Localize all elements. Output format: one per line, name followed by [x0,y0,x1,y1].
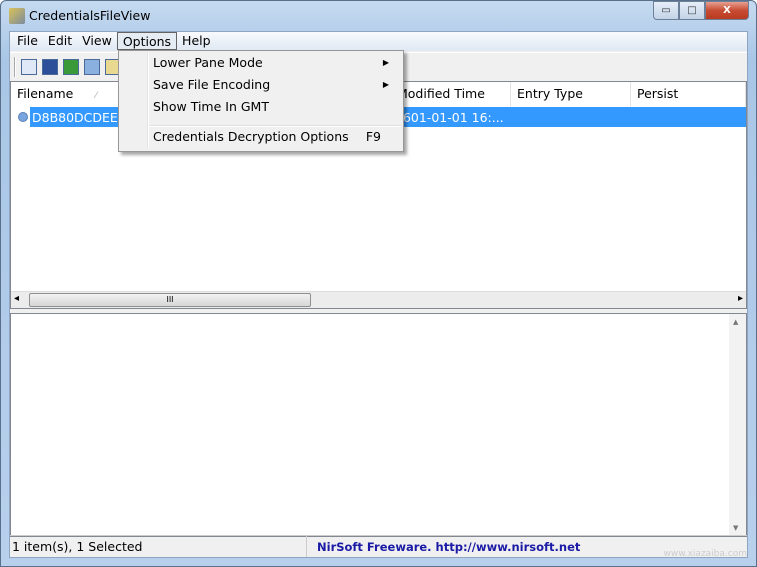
menu-gutter [147,53,149,149]
horizontal-scrollbar[interactable]: ◂ III ▸ [11,291,746,308]
menu-item-label: Credentials Decryption Options [153,129,349,144]
menu-item-label: Lower Pane Mode [153,55,263,70]
menu-item-decryption-options[interactable]: Credentials Decryption Options F9 [153,126,399,148]
properties-icon[interactable] [21,58,37,75]
watermark: www.xiazaiba.com [663,549,747,559]
menu-item-lower-pane-mode[interactable]: Lower Pane Mode ▶ [153,52,399,74]
status-items: 1 item(s), 1 Selected [10,536,307,557]
submenu-arrow-icon: ▶ [382,58,389,67]
sort-arrow-icon: ⁄ [95,91,97,101]
cell-modified-time: 1601-01-01 16:... [395,109,504,125]
menu-bar: File Edit View Options Help [10,32,747,51]
menu-edit[interactable]: Edit [43,32,77,50]
column-entry-type[interactable]: Entry Type [511,82,631,106]
scroll-down-icon[interactable]: ▼ [733,524,738,532]
close-button[interactable]: X [705,1,749,20]
refresh-icon[interactable] [63,58,79,75]
lower-pane[interactable]: ▲ ▼ [10,313,747,537]
window-title: CredentialsFileView [29,8,151,23]
menu-item-show-time-gmt[interactable]: Show Time In GMT [153,96,399,118]
copy-icon[interactable] [84,58,100,75]
scroll-right-icon[interactable]: ▸ [738,293,743,304]
column-persist[interactable]: Persist [631,82,746,106]
scroll-thumb[interactable]: III [29,293,311,307]
column-label: Filename [17,86,74,101]
save-icon[interactable] [42,58,58,75]
menu-help[interactable]: Help [177,32,216,50]
column-label: Modified Time [397,86,485,101]
nirsoft-link[interactable]: NirSoft Freeware. http://www.nirsoft.net [307,540,580,554]
menu-shortcut: F9 [365,129,381,144]
minimize-button[interactable]: ▭ [653,1,679,20]
submenu-arrow-icon: ▶ [382,80,389,89]
scroll-left-icon[interactable]: ◂ [14,293,19,304]
menu-options[interactable]: Options [116,32,178,50]
menu-item-label: Save File Encoding [153,77,271,92]
scroll-up-icon[interactable]: ▲ [733,318,738,326]
options-dropdown-menu: Lower Pane Mode ▶ Save File Encoding ▶ Sho… [118,50,404,152]
entry-icon [18,112,28,122]
maximize-button[interactable]: □ [679,1,705,20]
menu-file[interactable]: File [12,32,43,50]
vertical-scrollbar[interactable]: ▲ ▼ [729,314,746,536]
toolbar-separator [14,56,16,77]
menu-view[interactable]: View [77,32,117,50]
status-bar: 1 item(s), 1 Selected NirSoft Freeware. … [10,535,747,557]
menu-item-save-file-encoding[interactable]: Save File Encoding ▶ [153,74,399,96]
app-icon [9,8,25,24]
